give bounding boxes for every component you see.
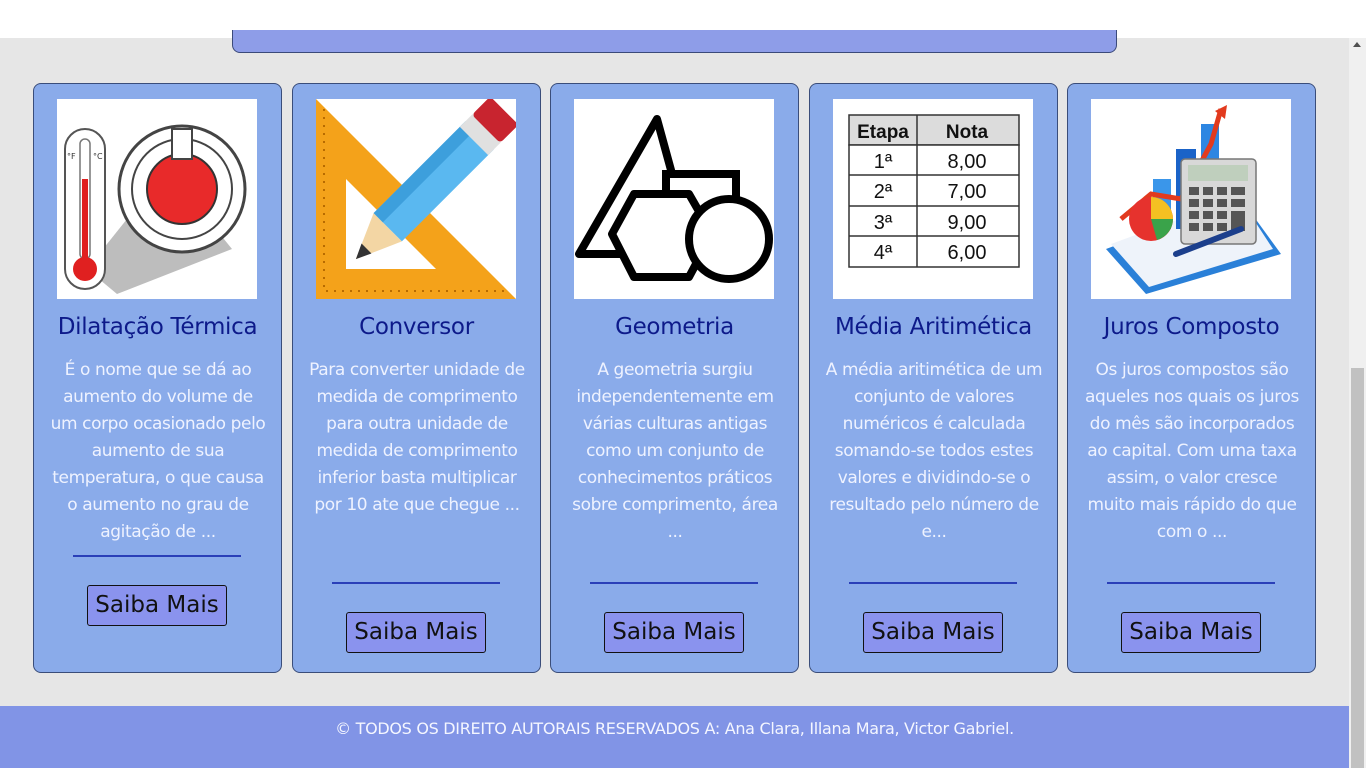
card-geometria: Geometria A geometria surgiu independent…: [550, 83, 799, 673]
card-description: Para converter unidade de medida de comp…: [309, 360, 525, 515]
top-banner-edge: [232, 30, 1117, 53]
saiba-mais-button[interactable]: Saiba Mais: [1121, 612, 1261, 653]
table-header: Nota: [946, 122, 989, 143]
card-title: Dilatação Térmica: [57, 314, 258, 340]
card-description: Os juros compostos são aqueles nos quais…: [1085, 360, 1299, 542]
card-title: Juros Composto: [1103, 314, 1280, 340]
card-title: Média Aritimética: [835, 314, 1032, 340]
divider: [73, 555, 241, 557]
card-conversor: Conversor Para converter unidade de medi…: [292, 83, 541, 673]
scrollbar-thumb[interactable]: [1351, 368, 1364, 768]
card-description: A geometria surgiu independentemente em …: [572, 360, 778, 542]
card-description: A média aritimética de um conjunto de va…: [825, 360, 1043, 542]
grades-table-image: Etapa Nota 1ª 8,00 2ª 7,00 3ª 9,00 4ª 6,…: [833, 99, 1033, 299]
divider: [590, 582, 758, 584]
footer: © TODOS OS DIREITO AUTORAIS RESERVADOS A…: [0, 706, 1349, 768]
table-cell: 6,00: [948, 242, 987, 264]
table-cell: 3ª: [874, 212, 893, 234]
ruler-pencil-image: [316, 99, 516, 299]
geometric-shapes-image: [574, 99, 774, 299]
card-dilatacao-termica: °F °C Dilatação Térmica É o nome que se …: [33, 83, 282, 673]
cards-section: °F °C Dilatação Térmica É o nome que se …: [33, 83, 1316, 673]
card-media-aritimetica: Etapa Nota 1ª 8,00 2ª 7,00 3ª 9,00 4ª 6,…: [809, 83, 1058, 673]
table-cell: 4ª: [874, 242, 893, 264]
vertical-scrollbar[interactable]: [1349, 38, 1366, 768]
table-cell: 8,00: [948, 151, 987, 173]
footer-copyright: © TODOS OS DIREITO AUTORAIS RESERVADOS A…: [335, 719, 1014, 738]
saiba-mais-button[interactable]: Saiba Mais: [604, 612, 744, 653]
card-juros-composto: Juros Composto Os juros compostos são aq…: [1067, 83, 1316, 673]
card-title: Conversor: [359, 314, 474, 340]
saiba-mais-button[interactable]: Saiba Mais: [346, 612, 486, 653]
card-description: É o nome que se dá ao aumento do volume …: [50, 360, 266, 542]
svg-text:°F: °F: [67, 152, 76, 161]
saiba-mais-button[interactable]: Saiba Mais: [87, 585, 227, 626]
table-header: Etapa: [857, 122, 909, 143]
divider: [1107, 582, 1275, 584]
table-cell: 1ª: [874, 151, 893, 173]
table-cell: 2ª: [874, 181, 893, 203]
table-cell: 7,00: [948, 181, 987, 203]
thermometer-image: °F °C: [57, 99, 257, 299]
scroll-up-arrow-icon[interactable]: [1353, 42, 1361, 47]
saiba-mais-button[interactable]: Saiba Mais: [863, 612, 1003, 653]
finance-calculator-image: [1091, 99, 1291, 299]
card-title: Geometria: [615, 314, 734, 340]
divider: [332, 582, 500, 584]
svg-text:°C: °C: [93, 152, 103, 161]
divider: [849, 582, 1017, 584]
table-cell: 9,00: [948, 212, 987, 234]
